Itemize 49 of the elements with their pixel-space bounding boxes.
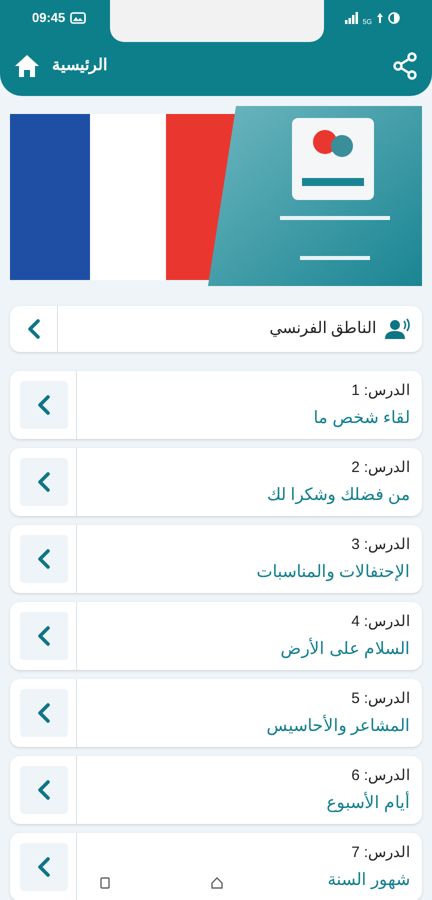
lesson-card[interactable]: الدرس: 6 أيام الأسبوع xyxy=(10,756,422,824)
data-icon xyxy=(376,12,384,24)
header-title: الرئيسية xyxy=(52,56,107,76)
lesson-card[interactable]: الدرس: 7 شهور السنة xyxy=(10,833,422,900)
speaker-label: الناطق الفرنسي xyxy=(270,319,376,339)
chevron-left-icon xyxy=(37,702,51,724)
home-nav-icon[interactable] xyxy=(211,876,223,888)
open-lesson-button[interactable] xyxy=(20,766,68,814)
chevron-left-icon xyxy=(37,856,51,878)
lesson-number: الدرس: 6 xyxy=(351,766,410,786)
open-lesson-button[interactable] xyxy=(20,535,68,583)
lesson-card[interactable]: الدرس: 5 المشاعر والأحاسيس xyxy=(10,679,422,747)
open-lesson-button[interactable] xyxy=(20,689,68,737)
open-lesson-button[interactable] xyxy=(20,843,68,891)
lesson-card[interactable]: الدرس: 3 الإحتفالات والمناسبات xyxy=(10,525,422,593)
lesson-number: الدرس: 7 xyxy=(351,842,410,863)
speaking-person-icon xyxy=(384,318,410,340)
lesson-title: الإحتفالات والمناسبات xyxy=(256,561,410,584)
chevron-left-icon xyxy=(37,471,51,493)
battery-icon xyxy=(388,12,400,24)
lesson-number: الدرس: 2 xyxy=(351,458,410,478)
lesson-title: أيام الأسبوع xyxy=(326,790,410,814)
chevron-left-icon xyxy=(37,625,51,647)
chevron-left-icon xyxy=(37,394,51,416)
recent-apps-icon[interactable] xyxy=(100,876,110,888)
open-lesson-button[interactable] xyxy=(20,612,68,660)
signal-icon xyxy=(344,12,359,24)
lesson-number: الدرس: 5 xyxy=(351,688,410,709)
lesson-title: السلام على الأرض xyxy=(280,636,410,660)
lesson-title: من فضلك وشكرا لك xyxy=(266,484,410,506)
home-icon[interactable] xyxy=(14,54,40,78)
lesson-number: الدرس: 4 xyxy=(351,612,410,632)
status-time: 09:45 xyxy=(32,9,66,28)
open-lesson-button[interactable] xyxy=(20,381,68,429)
lesson-number: الدرس: 3 xyxy=(351,534,410,555)
lesson-title: لقاء شخص ما xyxy=(314,407,410,430)
lesson-card[interactable]: الدرس: 4 السلام على الأرض xyxy=(10,602,422,670)
image-icon xyxy=(70,12,86,24)
speaker-row[interactable]: الناطق الفرنسي xyxy=(10,306,422,352)
open-lesson-button[interactable] xyxy=(20,458,68,506)
lesson-title: المشاعر والأحاسيس xyxy=(266,714,410,738)
share-icon[interactable] xyxy=(392,52,418,80)
chevron-left-icon xyxy=(26,318,40,340)
lesson-number: الدرس: 1 xyxy=(351,380,410,401)
chevron-left-icon xyxy=(37,779,51,801)
chevron-left-icon xyxy=(37,548,51,570)
lesson-card[interactable]: الدرس: 2 من فضلك وشكرا لك xyxy=(10,448,422,516)
lesson-card[interactable]: الدرس: 1 لقاء شخص ما xyxy=(10,371,422,439)
lesson-title: شهور السنة xyxy=(327,869,410,892)
